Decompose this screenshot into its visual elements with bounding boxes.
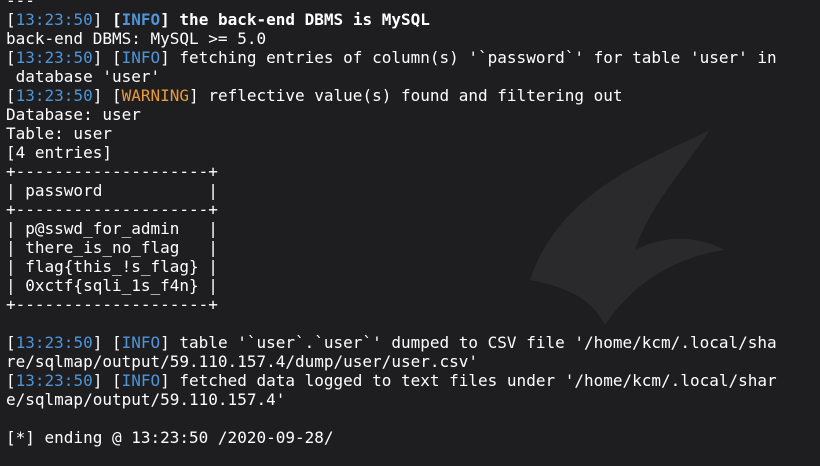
database-line: Database: user: [6, 105, 141, 124]
timestamp: 13:23:50: [15, 333, 93, 352]
terminal-output: --- [13:23:50] [INFO] the back-end DBMS …: [6, 0, 816, 447]
log-level-info: INFO: [121, 333, 161, 352]
terminal-window[interactable]: --- [13:23:50] [INFO] the back-end DBMS …: [0, 0, 820, 466]
ending-line: [*] ending @ 13:23:50 /2020-09-28/: [6, 428, 334, 447]
log-line-dbms: [13:23:50] [INFO] the back-end DBMS is M…: [6, 10, 430, 29]
log-line-fetched: [13:23:50] [INFO] fetched data logged to…: [6, 371, 777, 390]
log-message: reflective value(s) found and filtering …: [208, 86, 623, 105]
output-line: ---: [6, 0, 35, 10]
timestamp: 13:23:50: [15, 86, 93, 105]
log-message: fetched data logged to text files under …: [179, 371, 777, 390]
log-level-info: INFO: [121, 10, 161, 29]
log-level-info: INFO: [121, 371, 161, 390]
table-header: | password |: [6, 181, 218, 200]
output-line: back-end DBMS: MySQL >= 5.0: [6, 29, 267, 48]
table-border: +--------------------+: [6, 200, 218, 219]
log-message: the back-end DBMS is MySQL: [179, 10, 430, 29]
log-message: table '`user`.`user`' dumped to CSV file…: [179, 333, 777, 352]
log-line-warning: [13:23:50] [WARNING] reflective value(s)…: [6, 86, 623, 105]
table-row: | 0xctf{sqli_1s_f4n} |: [6, 276, 218, 295]
table-border: +--------------------+: [6, 295, 218, 314]
timestamp: 13:23:50: [15, 10, 93, 29]
entry-count-line: [4 entries]: [6, 143, 112, 162]
timestamp: 13:23:50: [15, 48, 93, 67]
log-message: fetching entries of column(s) '`password…: [179, 48, 777, 67]
timestamp: 13:23:50: [15, 371, 93, 390]
log-line-dump: [13:23:50] [INFO] table '`user`.`user`' …: [6, 333, 777, 352]
log-level-warning: WARNING: [121, 86, 190, 105]
table-row: | there_is_no_flag |: [6, 238, 218, 257]
log-line-continuation: database 'user': [6, 67, 161, 86]
table-row: | flag{this_!s_flag} |: [6, 257, 218, 276]
table-border: +--------------------+: [6, 162, 218, 181]
table-row: | p@sswd_for_admin |: [6, 219, 218, 238]
table-name-line: Table: user: [6, 124, 112, 143]
log-level-info: INFO: [121, 48, 161, 67]
log-line-fetching: [13:23:50] [INFO] fetching entries of co…: [6, 48, 777, 67]
log-line-continuation: e/sqlmap/output/59.110.157.4': [6, 390, 286, 409]
log-line-continuation: re/sqlmap/output/59.110.157.4/dump/user/…: [6, 352, 479, 371]
